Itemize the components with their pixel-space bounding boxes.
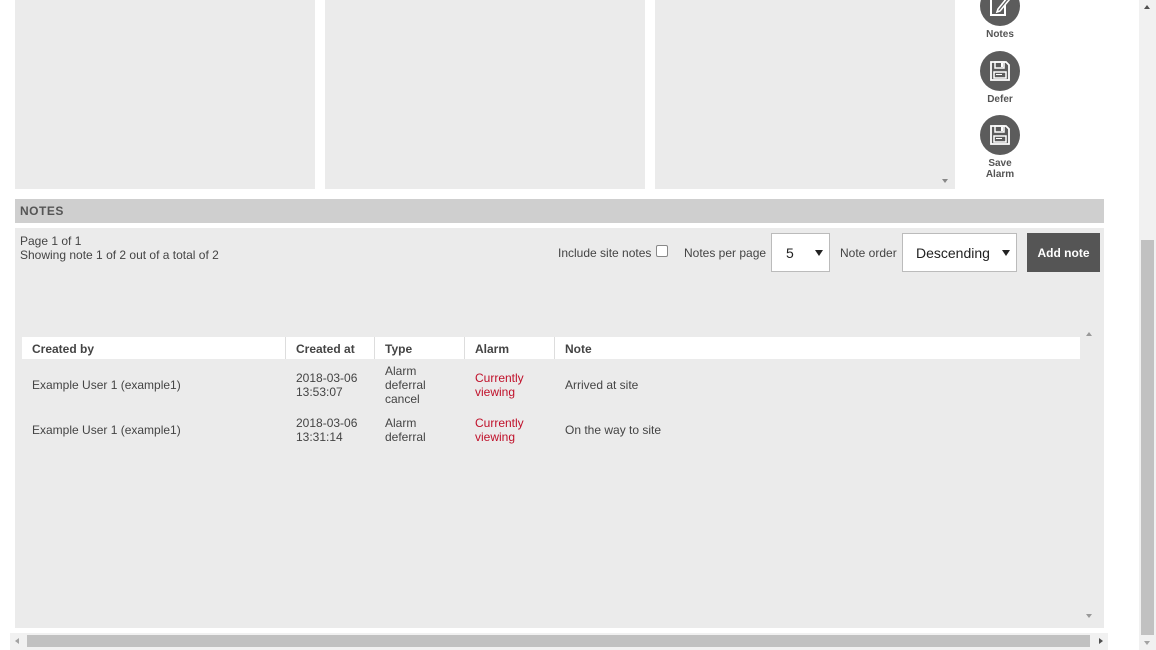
column-header-alarm[interactable]: Alarm	[465, 337, 555, 359]
notes-button-label: Notes	[986, 29, 1014, 40]
notes-button[interactable]: Notes	[970, 0, 1030, 40]
column-header-created-by[interactable]: Created by	[22, 337, 286, 359]
vertical-scrollbar[interactable]	[1139, 0, 1156, 650]
column-header-created-at[interactable]: Created at	[286, 337, 375, 359]
scroll-up-arrow-icon[interactable]	[1086, 332, 1092, 336]
note-order-select[interactable]: Descending	[902, 233, 1017, 272]
save-icon	[980, 115, 1020, 155]
note-order-value: Descending	[916, 245, 990, 261]
column-header-type[interactable]: Type	[375, 337, 465, 359]
panel-scrollbar[interactable]	[938, 0, 955, 189]
notes-per-page-value: 5	[786, 245, 794, 261]
save-alarm-button-label: Save Alarm	[985, 158, 1015, 180]
cell-note: Arrived at site	[565, 378, 639, 392]
detail-panel-left	[15, 0, 315, 189]
scroll-down-arrow-icon[interactable]	[1086, 614, 1092, 618]
dropdown-caret-icon	[815, 250, 823, 256]
column-header-note[interactable]: Note	[555, 337, 1080, 359]
table-header: Created by Created at Type Alarm Note	[22, 337, 1080, 359]
notes-per-page-label: Notes per page	[684, 246, 767, 260]
alarm-link[interactable]: Currently viewing	[465, 416, 555, 444]
notes-section-header: NOTES	[15, 199, 1104, 223]
scroll-right-arrow-icon[interactable]	[1099, 638, 1103, 644]
note-order-label: Note order	[840, 246, 897, 260]
detail-panel-right	[655, 0, 938, 189]
table-row: Example User 1 (example1) 2018-03-06 13:3…	[22, 411, 1080, 449]
save-icon	[980, 51, 1020, 91]
horizontal-scrollbar[interactable]	[10, 633, 1108, 650]
dropdown-caret-icon	[1002, 250, 1010, 256]
include-site-notes-checkbox[interactable]	[656, 245, 668, 257]
notes-table: Created by Created at Type Alarm Note Ex…	[22, 337, 1080, 449]
scroll-down-arrow-icon[interactable]	[1144, 641, 1150, 645]
cell-type: Alarm deferral	[385, 416, 426, 444]
cell-created-by: Example User 1 (example1)	[32, 423, 181, 437]
scroll-down-arrow-icon[interactable]	[942, 179, 948, 183]
add-note-button[interactable]: Add note	[1027, 233, 1100, 272]
include-site-notes-label: Include site notes	[558, 246, 652, 260]
showing-count: Showing note 1 of 2 out of a total of 2	[20, 248, 219, 262]
cell-created-at: 2018-03-06 13:31:14	[296, 416, 358, 444]
horizontal-scroll-thumb[interactable]	[27, 635, 1090, 647]
notes-per-page-select[interactable]: 5	[771, 233, 830, 272]
scroll-up-arrow-icon[interactable]	[1144, 5, 1150, 9]
table-row: Example User 1 (example1) 2018-03-06 13:5…	[22, 359, 1080, 411]
cell-created-at: 2018-03-06 13:53:07	[296, 371, 358, 399]
edit-icon	[980, 0, 1020, 26]
detail-panel-middle	[325, 0, 645, 189]
cell-note: On the way to site	[565, 423, 662, 437]
alarm-link[interactable]: Currently viewing	[465, 371, 555, 399]
notes-section: Page 1 of 1 Showing note 1 of 2 out of a…	[15, 228, 1104, 628]
vertical-scroll-thumb[interactable]	[1141, 240, 1154, 635]
page-count: Page 1 of 1	[20, 234, 82, 248]
defer-button-label: Defer	[987, 94, 1013, 105]
table-scrollbar[interactable]	[1081, 328, 1098, 624]
pagination-info: Page 1 of 1 Showing note 1 of 2 out of a…	[20, 234, 219, 262]
scroll-left-arrow-icon[interactable]	[15, 638, 19, 644]
defer-button[interactable]: Defer	[970, 51, 1030, 105]
cell-created-by: Example User 1 (example1)	[32, 378, 181, 392]
cell-type: Alarm deferral cancel	[385, 364, 426, 406]
save-alarm-button[interactable]: Save Alarm	[970, 115, 1030, 180]
